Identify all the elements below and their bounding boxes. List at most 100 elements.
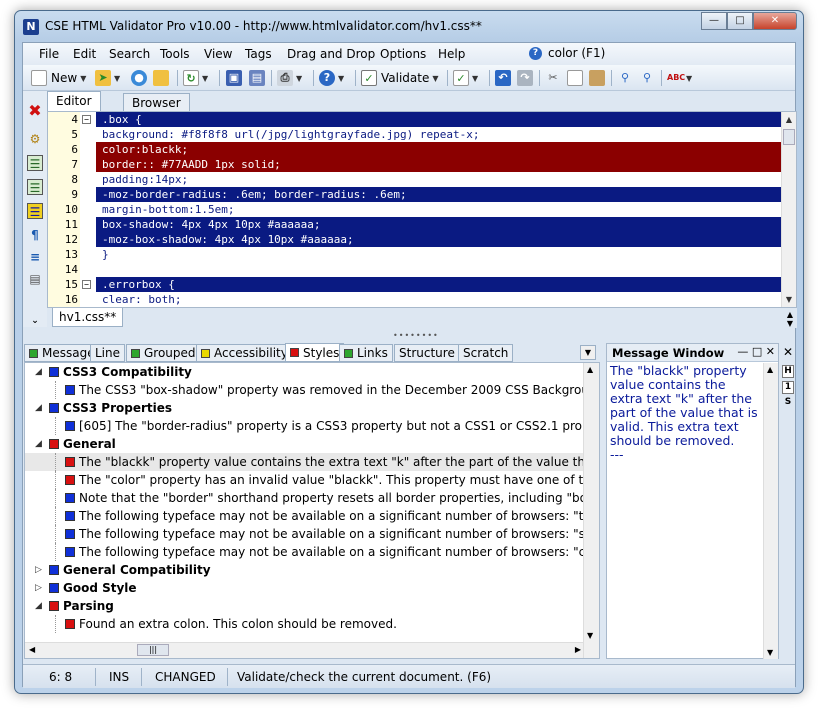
close-document-icon[interactable]: ✖ xyxy=(27,103,43,119)
menu-search[interactable]: Search xyxy=(109,47,150,61)
code-line[interactable]: 12 -moz-box-shadow: 4px 4px 10px #aaaaaa; xyxy=(48,232,784,247)
menu-drag-and-drop[interactable]: Drag and Drop xyxy=(287,47,375,61)
panel-icon[interactable]: ▤ xyxy=(27,271,43,287)
maximize-panel-icon[interactable]: □ xyxy=(752,345,762,358)
message-item[interactable]: The CSS3 "box-shadow" property was remov… xyxy=(25,381,585,399)
undo-button[interactable]: ↶ xyxy=(495,69,511,87)
message-group[interactable]: ▷ General Compatibility xyxy=(25,561,585,579)
help-search-box[interactable]: ? color (F1) xyxy=(529,46,605,60)
menu-view[interactable]: View xyxy=(204,47,232,61)
scroll-up-arrow-icon[interactable]: ▲ xyxy=(767,365,773,374)
close-panel-icon[interactable]: ✕ xyxy=(766,345,775,358)
wrench-icon[interactable]: ⚙ xyxy=(27,131,43,147)
menu-tags[interactable]: Tags xyxy=(245,47,272,61)
tab-message[interactable]: Message xyxy=(24,344,100,362)
tabs-dropdown-icon[interactable]: ▼ xyxy=(580,345,596,360)
scrollbar-thumb[interactable] xyxy=(783,129,795,145)
message-item[interactable]: The "blackk" property value contains the… xyxy=(25,453,585,471)
code-line[interactable]: 15− .errorbox { xyxy=(48,277,784,292)
menu-file[interactable]: File xyxy=(39,47,59,61)
message-item[interactable]: The following typeface may not be availa… xyxy=(25,507,585,525)
tab-structure[interactable]: Structure xyxy=(394,344,460,362)
code-line[interactable]: 14 xyxy=(48,262,784,277)
pilcrow-icon[interactable]: ¶ xyxy=(27,227,43,243)
maximize-button[interactable]: □ xyxy=(727,12,753,30)
fold-toggle-icon[interactable]: − xyxy=(82,280,91,289)
expand-toggle-icon[interactable]: ▷ xyxy=(35,579,42,597)
expand-toggle-icon[interactable]: ◢ xyxy=(35,399,42,417)
scroll-up-arrow-icon[interactable]: ▲ xyxy=(782,112,796,127)
find-button[interactable]: ⚲ xyxy=(617,69,633,87)
file-tab-hv1-css[interactable]: hv1.css** xyxy=(52,308,124,327)
indent-list-icon[interactable]: ☰ xyxy=(27,179,43,195)
minimize-button[interactable]: — xyxy=(701,12,727,30)
message-list[interactable]: ◢ CSS3 Compatibility The CSS3 "box-shadow"… xyxy=(24,362,600,659)
scroll-right-arrow-icon[interactable]: ▶ xyxy=(575,645,581,654)
open-button[interactable]: ➤ ▼ xyxy=(95,69,120,87)
menu-edit[interactable]: Edit xyxy=(73,47,96,61)
editor-vertical-scrollbar[interactable]: ▲ ▼ xyxy=(781,112,796,307)
close-icon[interactable]: ✕ xyxy=(783,345,793,359)
open-web-button[interactable]: ● xyxy=(131,69,147,87)
message-list-vertical-scrollbar[interactable]: ▲ ▼ xyxy=(583,363,599,658)
code-line[interactable]: 9 -moz-border-radius: .6em; border-radius… xyxy=(48,187,784,202)
code-line[interactable]: 7 border:: #77AADD 1px solid; xyxy=(48,157,784,172)
code-line[interactable]: 8 padding:14px; xyxy=(48,172,784,187)
close-button[interactable]: ✕ xyxy=(753,12,797,30)
code-line[interactable]: 6 color:blackk; xyxy=(48,142,784,157)
side-h-icon[interactable]: H xyxy=(782,365,794,378)
code-line[interactable]: 16 clear: both; xyxy=(48,292,784,307)
save-button[interactable]: ▣ xyxy=(226,69,242,87)
list-icon[interactable]: ☰ xyxy=(27,155,43,171)
align-icon[interactable]: ≡ xyxy=(27,249,43,265)
copy-button[interactable] xyxy=(567,69,583,87)
message-group[interactable]: ◢ General xyxy=(25,435,585,453)
open-folder-button[interactable] xyxy=(153,69,169,87)
expand-toggle-icon[interactable]: ▷ xyxy=(35,561,42,579)
side-s-icon[interactable]: S xyxy=(782,397,794,410)
chevron-down-icon[interactable]: ⌄ xyxy=(27,313,43,329)
tab-browser[interactable]: Browser xyxy=(123,93,190,111)
tab-styles[interactable]: Styles xyxy=(285,343,345,362)
scroll-arrows-icon[interactable]: ▲ ▼ xyxy=(787,310,793,328)
message-group[interactable]: ▷ Good Style xyxy=(25,579,585,597)
paste-button[interactable] xyxy=(589,69,605,87)
message-group[interactable]: ◢ CSS3 Compatibility xyxy=(25,363,585,381)
message-list-horizontal-scrollbar[interactable]: ◀ ||| ▶ xyxy=(25,642,585,658)
tab-grouped[interactable]: Grouped xyxy=(126,344,201,362)
print-button[interactable]: ⎙ ▼ xyxy=(277,69,302,87)
minimize-panel-icon[interactable]: — xyxy=(737,345,748,358)
spell-check-button[interactable]: ABC ▼ xyxy=(667,69,692,87)
save-all-button[interactable]: ▤ xyxy=(249,69,265,87)
color-bars-icon[interactable]: ☰ xyxy=(27,203,43,219)
code-line[interactable]: 4− .box { xyxy=(48,112,784,127)
scrollbar-thumb[interactable]: ||| xyxy=(137,644,169,656)
tab-line[interactable]: Line xyxy=(90,344,126,362)
message-item[interactable]: The "color" property has an invalid valu… xyxy=(25,471,585,489)
tab-links[interactable]: Links xyxy=(339,344,393,362)
message-group[interactable]: ◢ Parsing xyxy=(25,597,585,615)
scroll-down-arrow-icon[interactable]: ▼ xyxy=(782,292,796,307)
scroll-left-arrow-icon[interactable]: ◀ xyxy=(29,645,35,654)
help-button[interactable]: ? ▼ xyxy=(319,69,344,87)
menu-tools[interactable]: Tools xyxy=(160,47,190,61)
expand-toggle-icon[interactable]: ◢ xyxy=(35,363,42,381)
code-line[interactable]: 13} xyxy=(48,247,784,262)
tab-accessibility[interactable]: Accessibility xyxy=(196,344,293,362)
message-item[interactable]: The following typeface may not be availa… xyxy=(25,525,585,543)
code-line[interactable]: 5 background: #f8f8f8 url(/jpg/lightgrayf… xyxy=(48,127,784,142)
reload-button[interactable]: ↻ ▼ xyxy=(183,69,208,87)
menu-options[interactable]: Options xyxy=(380,47,426,61)
expand-toggle-icon[interactable]: ◢ xyxy=(35,435,42,453)
message-group[interactable]: ◢ CSS3 Properties xyxy=(25,399,585,417)
scroll-up-arrow-icon[interactable]: ▲ xyxy=(587,365,593,374)
side-1-icon[interactable]: 1 xyxy=(782,381,794,394)
splitter-grip-icon[interactable]: •••••••• xyxy=(393,331,439,340)
validate-button[interactable]: ✓ Validate ▼ xyxy=(361,69,439,87)
batch-validate-button[interactable]: ✓ ▼ xyxy=(453,69,478,87)
message-item[interactable]: The following typeface may not be availa… xyxy=(25,543,585,561)
message-item[interactable]: Found an extra colon. This colon should … xyxy=(25,615,585,633)
tab-editor[interactable]: Editor xyxy=(47,91,101,111)
cut-button[interactable]: ✂ xyxy=(545,69,561,87)
message-item[interactable]: [605] The "border-radius" property is a … xyxy=(25,417,585,435)
